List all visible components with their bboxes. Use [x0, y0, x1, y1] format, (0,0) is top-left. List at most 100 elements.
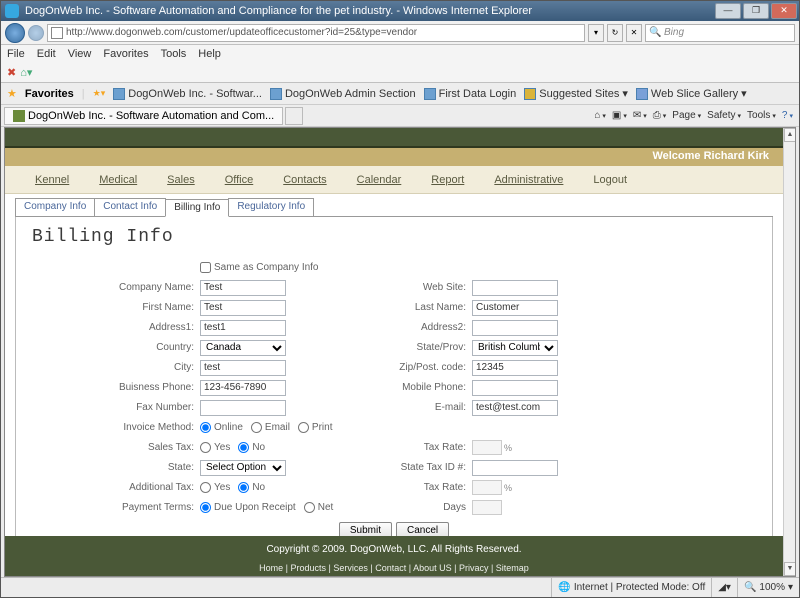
tab-regulatory-info[interactable]: Regulatory Info	[228, 198, 314, 216]
label-days: Days	[394, 502, 472, 513]
zip-input[interactable]	[472, 360, 558, 376]
menu-tools[interactable]: Tools	[161, 48, 187, 60]
label-first: First Name:	[114, 302, 200, 313]
nav-medical[interactable]: Medical	[99, 174, 137, 186]
favbar-item-3[interactable]: Suggested Sites ▾	[524, 87, 628, 100]
status-zone: 🌐Internet | Protected Mode: Off	[551, 578, 711, 597]
addr1-input[interactable]	[200, 320, 286, 336]
scroll-up-icon[interactable]: ▲	[784, 128, 796, 142]
ie-window: DogOnWeb Inc. - Software Automation and …	[0, 0, 800, 598]
window-title: DogOnWeb Inc. - Software Automation and …	[23, 5, 715, 17]
address-bar[interactable]: http://www.dogonweb.com/customer/updateo…	[47, 24, 585, 42]
browser-tab[interactable]: DogOnWeb Inc. - Software Automation and …	[4, 107, 283, 125]
fax-input[interactable]	[200, 400, 286, 416]
favbar-item-2[interactable]: First Data Login	[424, 88, 517, 100]
scroll-down-icon[interactable]: ▼	[784, 562, 796, 576]
taxrate-input[interactable]	[472, 440, 502, 455]
tab-billing-info[interactable]: Billing Info	[165, 199, 229, 217]
menu-edit[interactable]: Edit	[37, 48, 56, 60]
close-button[interactable]: ✕	[771, 3, 797, 19]
toolbar-home-icon[interactable]: ⌂▾	[20, 66, 32, 79]
submit-button[interactable]: Submit	[339, 522, 392, 536]
favorites-star-icon[interactable]: ★	[7, 87, 17, 100]
favorites-label[interactable]: Favorites	[25, 88, 74, 100]
scrollbar[interactable]: ▲ ▼	[783, 128, 795, 576]
home-icon[interactable]: ⌂▾	[594, 110, 606, 121]
addr-dropdown[interactable]: ▾	[588, 24, 604, 42]
maximize-button[interactable]: ❐	[743, 3, 769, 19]
taxrate2-input[interactable]	[472, 480, 502, 495]
company-input[interactable]	[200, 280, 286, 296]
tools-menu[interactable]: Tools▾	[747, 110, 776, 121]
website-input[interactable]	[472, 280, 558, 296]
label-last: Last Name:	[394, 302, 472, 313]
nav-calendar[interactable]: Calendar	[357, 174, 402, 186]
addtax-yes-radio[interactable]: Yes	[200, 482, 230, 493]
print-icon[interactable]: ⎙▾	[653, 110, 667, 121]
label-payterms: Payment Terms:	[114, 502, 200, 513]
site-topbar	[5, 128, 783, 148]
nav-sales[interactable]: Sales	[167, 174, 195, 186]
new-tab-button[interactable]	[285, 107, 303, 125]
back-button[interactable]	[5, 23, 25, 43]
search-box[interactable]: 🔍 Bing	[645, 24, 795, 42]
label-bphone: Buisness Phone:	[114, 382, 200, 393]
menu-file[interactable]: File	[7, 48, 25, 60]
favbar-item-1[interactable]: DogOnWeb Admin Section	[270, 88, 416, 100]
nav-office[interactable]: Office	[225, 174, 254, 186]
salestax-yes-radio[interactable]: Yes	[200, 442, 230, 453]
help-icon[interactable]: ?▾	[782, 110, 793, 121]
bphone-input[interactable]	[200, 380, 286, 396]
page-menu[interactable]: Page▾	[672, 110, 701, 121]
invoice-email-radio[interactable]: Email	[251, 422, 290, 433]
favbar-item-0[interactable]: DogOnWeb Inc. - Softwar...	[113, 88, 262, 100]
menu-favorites[interactable]: Favorites	[103, 48, 148, 60]
nav-administrative[interactable]: Administrative	[494, 174, 563, 186]
mail-icon[interactable]: ✉▾	[633, 110, 647, 121]
status-zoom[interactable]: 🔍100% ▾	[737, 578, 799, 597]
tab-company-info[interactable]: Company Info	[15, 198, 95, 216]
mphone-input[interactable]	[472, 380, 558, 396]
payterms-due-radio[interactable]: Due Upon Receipt	[200, 502, 296, 513]
safety-menu[interactable]: Safety▾	[707, 110, 741, 121]
site-icon	[424, 88, 436, 100]
nav-contacts[interactable]: Contacts	[283, 174, 326, 186]
nav-report[interactable]: Report	[431, 174, 464, 186]
favbar-item-4[interactable]: Web Slice Gallery ▾	[636, 87, 747, 100]
footer-links[interactable]: Home | Products | Services | Contact | A…	[5, 563, 783, 573]
tab-favicon	[13, 110, 25, 122]
invoice-online-radio[interactable]: Online	[200, 422, 243, 433]
nav-logout[interactable]: Logout	[593, 174, 627, 186]
same-as-company-checkbox[interactable]: Same as Company Info	[200, 262, 319, 273]
forward-button[interactable]	[28, 25, 44, 41]
label-company: Company Name:	[114, 282, 200, 293]
nav-kennel[interactable]: Kennel	[35, 174, 69, 186]
cancel-button[interactable]: Cancel	[396, 522, 449, 536]
country-select[interactable]: Canada	[200, 340, 286, 356]
last-input[interactable]	[472, 300, 558, 316]
city-input[interactable]	[200, 360, 286, 376]
menu-help[interactable]: Help	[198, 48, 221, 60]
minimize-button[interactable]: —	[715, 3, 741, 19]
email-input[interactable]	[472, 400, 558, 416]
search-placeholder: Bing	[664, 27, 684, 38]
state-select[interactable]: Select Option	[200, 460, 286, 476]
stateid-input[interactable]	[472, 460, 558, 476]
refresh-button[interactable]: ↻	[607, 24, 623, 42]
addr2-input[interactable]	[472, 320, 558, 336]
days-input[interactable]	[472, 500, 502, 515]
invoice-print-radio[interactable]: Print	[298, 422, 333, 433]
menu-view[interactable]: View	[68, 48, 92, 60]
favbar-star2-icon[interactable]: ★▾	[93, 88, 106, 99]
status-sep1[interactable]: ◢▾	[711, 578, 737, 597]
addtax-no-radio[interactable]: No	[238, 482, 265, 493]
stateprov-select[interactable]: British Columbia	[472, 340, 558, 356]
toolbar-x-icon[interactable]: ✖	[7, 66, 16, 79]
site-footer: Copyright © 2009. DogOnWeb, LLC. All Rig…	[5, 536, 783, 576]
payterms-net-radio[interactable]: Net	[304, 502, 334, 513]
feeds-icon[interactable]: ▣▾	[612, 110, 627, 121]
salestax-no-radio[interactable]: No	[238, 442, 265, 453]
tab-contact-info[interactable]: Contact Info	[94, 198, 166, 216]
stop-button[interactable]: ✕	[626, 24, 642, 42]
first-input[interactable]	[200, 300, 286, 316]
